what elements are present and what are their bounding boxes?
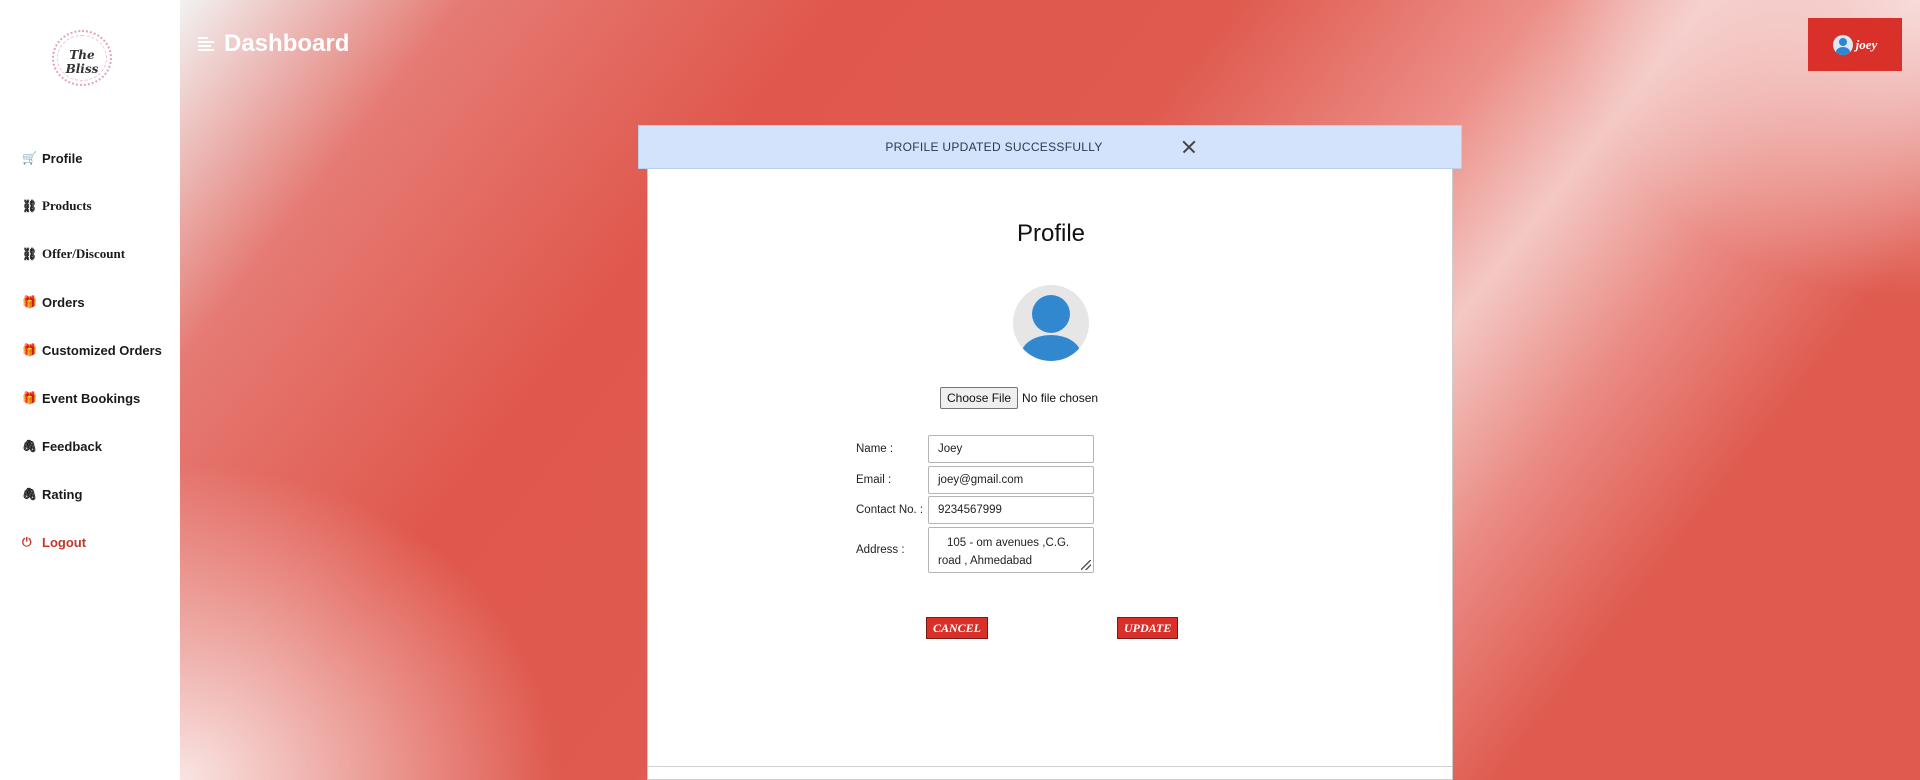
email-label: Email : [856,474,892,486]
user-menu-button[interactable]: joey [1808,18,1902,71]
sitemap-icon: ⛓ [22,247,38,261]
page-header: Dashboard [198,30,349,58]
name-input[interactable]: Joey [928,435,1094,463]
sidebar-item-profile[interactable]: 🛒 Profile [22,134,162,182]
choose-file-button[interactable]: Choose File [940,387,1019,409]
gift-icon: 🎁 [22,391,37,405]
paperclip-icon: 🖇 [22,439,38,453]
user-name: joey [1855,36,1878,52]
contact-row: Contact No. : 9234567999 [856,496,1094,524]
sidebar-item-label: Orders [42,294,85,310]
file-status: No file chosen [1022,391,1099,405]
sidebar-item-logout[interactable]: ⏻ Logout [22,518,162,566]
avatar-body [1021,335,1081,361]
sitemap-icon: ⛓ [22,199,38,213]
name-row: Name : Joey [856,435,1094,463]
contact-label: Contact No. : [856,504,924,516]
file-upload: Choose File No file chosen [940,387,1098,409]
name-label: Name : [856,443,894,455]
sidebar-item-offer-discount[interactable]: ⛓ Offer/Discount [22,230,162,278]
sidebar-item-label: Event Bookings [42,390,141,406]
sidebar-item-label: Profile [42,150,83,166]
profile-title: Profile [1016,220,1086,247]
card-divider [648,766,1452,767]
sidebar-item-customized-orders[interactable]: 🎁 Customized Orders [22,326,162,374]
gift-icon: 🎁 [22,343,37,357]
cancel-button[interactable]: CANCEL [926,617,989,639]
close-icon[interactable] [1177,135,1201,159]
contact-input[interactable]: 9234567999 [928,496,1094,524]
alert-message: PROFILE UPDATED SUCCESSFULLY [885,140,1103,154]
brand-logo[interactable]: The Bliss [52,30,112,86]
paperclip-icon: 🖇 [22,487,38,501]
sidebar-item-orders[interactable]: 🎁 Orders [22,278,162,326]
gift-icon: 🎁 [22,295,37,309]
profile-card: Profile Choose File No file chosen Name … [647,168,1453,780]
sidebar-item-label: Customized Orders [42,342,162,358]
power-icon: ⏻ [22,534,32,549]
sidebar-item-rating[interactable]: 🖇 Rating [22,470,162,518]
menu-toggle-icon[interactable] [198,37,214,51]
sidebar-item-label: Logout [42,534,87,550]
success-alert: PROFILE UPDATED SUCCESSFULLY [638,125,1462,169]
resize-handle-icon[interactable] [1081,560,1091,570]
email-row: Email : joey@gmail.com [856,466,1094,494]
shopping-cart-icon: 🛒 [22,151,37,165]
sidebar: The Bliss 🛒 Profile ⛓ Products ⛓ Offer/D… [0,0,180,780]
update-button[interactable]: UPDATE [1117,617,1179,639]
sidebar-item-event-bookings[interactable]: 🎁 Event Bookings [22,374,162,422]
sidebar-item-label: Rating [42,486,83,502]
sidebar-item-feedback[interactable]: 🖇 Feedback [22,422,162,470]
logo-text: The Bliss [65,48,99,76]
sidebar-item-label: Products [42,198,92,213]
page-title: Dashboard [224,30,350,57]
sidebar-nav: 🛒 Profile ⛓ Products ⛓ Offer/Discount 🎁 … [22,134,162,566]
profile-avatar [1013,285,1089,361]
sidebar-item-products[interactable]: ⛓ Products [22,182,162,230]
avatar-head [1032,295,1070,333]
user-avatar-icon [1832,34,1853,55]
address-value: 105 - om avenues ,C.G. road , Ahmedabad [938,537,1070,567]
sidebar-item-label: Offer/Discount [42,246,126,261]
sidebar-item-label: Feedback [42,438,102,454]
address-textarea[interactable]: 105 - om avenues ,C.G. road , Ahmedabad [928,527,1094,573]
email-input[interactable]: joey@gmail.com [928,466,1094,494]
address-label: Address : [856,544,905,556]
address-row: Address : 105 - om avenues ,C.G. road , … [856,527,1094,573]
